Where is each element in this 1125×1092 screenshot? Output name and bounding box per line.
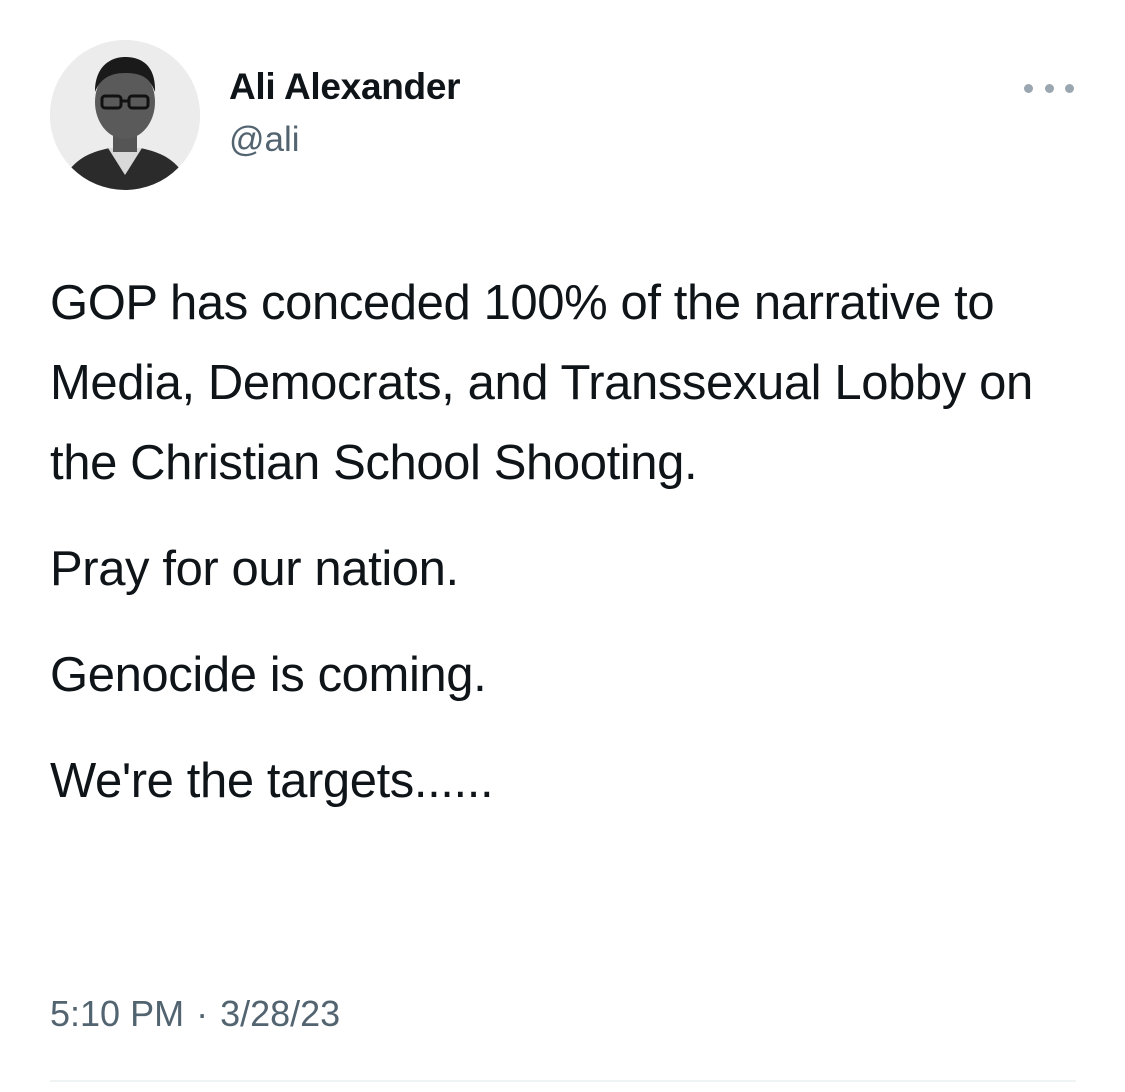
author-name[interactable]: Ali Alexander — [229, 66, 461, 108]
timestamp-separator: · — [196, 993, 209, 1034]
author-handle[interactable]: @ali — [229, 120, 300, 160]
avatar[interactable] — [50, 40, 200, 190]
tweet-card: Ali Alexander @ali GOP has conceded 100%… — [0, 0, 1125, 1092]
tweet-paragraph: We're the targets...... — [50, 754, 494, 808]
tweet-paragraph: GOP has conceded 100% of the narrative t… — [50, 276, 1033, 490]
more-options-button[interactable] — [1024, 70, 1074, 106]
tweet-paragraph: Pray for our nation. — [50, 542, 459, 596]
tweet-timestamp[interactable]: 5:10 PM · 3/28/23 — [50, 993, 340, 1035]
tweet-text: GOP has conceded 100% of the narrative t… — [50, 263, 1090, 847]
more-horizontal-icon — [1065, 83, 1074, 93]
tweet-date: 3/28/23 — [220, 993, 341, 1034]
more-horizontal-icon — [1044, 83, 1054, 93]
profile-photo-icon — [50, 40, 200, 190]
tweet-paragraph: Genocide is coming. — [50, 648, 487, 702]
more-horizontal-icon — [1024, 83, 1033, 93]
divider — [50, 1080, 1076, 1082]
tweet-time: 5:10 PM — [50, 993, 185, 1034]
